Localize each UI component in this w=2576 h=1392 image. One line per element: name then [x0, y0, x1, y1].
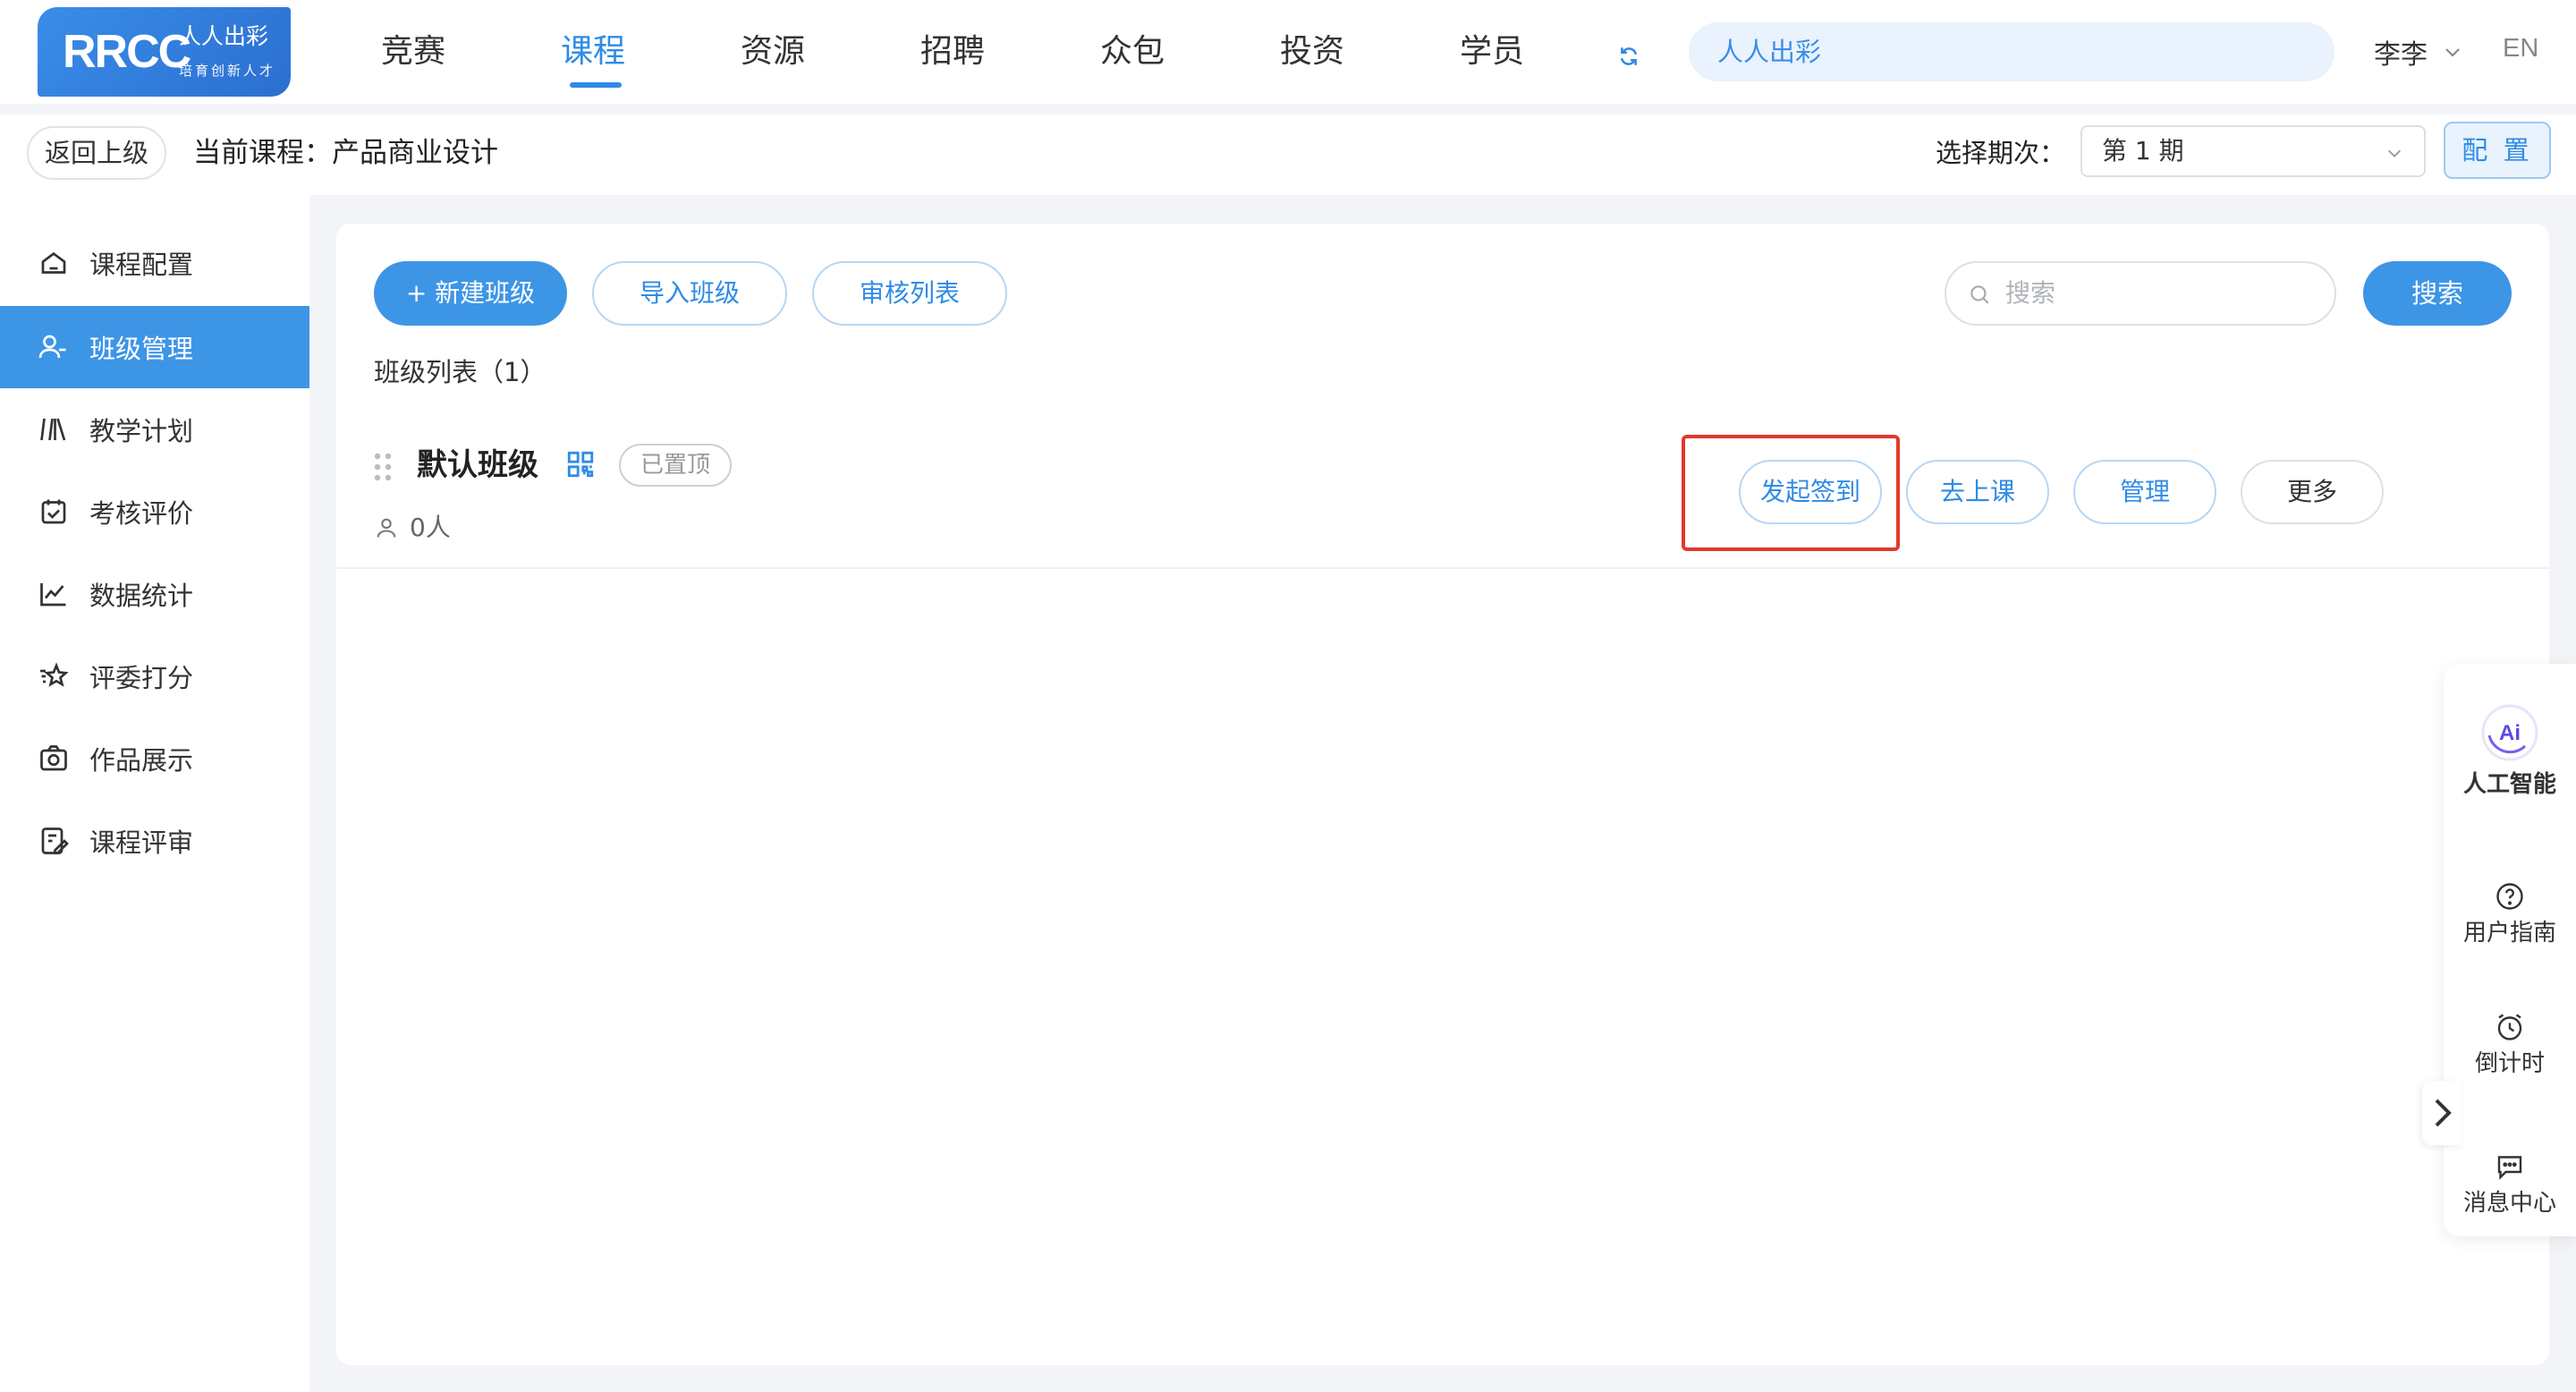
- sidebar-item-statistics[interactable]: 数据统计: [0, 553, 309, 635]
- more-button[interactable]: 更多: [2241, 460, 2384, 524]
- review-icon: [41, 828, 69, 854]
- user-guide-label: 用户指南: [2462, 920, 2556, 946]
- class-management-panel: + 新建班级 导入班级 审核列表 搜索 搜索 班级列表（1） 默认班级 已置顶 …: [336, 224, 2549, 1365]
- drag-handle-icon[interactable]: [372, 451, 394, 483]
- brand-slogan: 培育创新人才: [179, 63, 276, 79]
- search-button[interactable]: 搜索: [2363, 261, 2512, 326]
- user-icon: [377, 518, 396, 538]
- sidebar-item-teaching-plan[interactable]: 教学计划: [0, 388, 309, 471]
- user-group-icon: [38, 335, 66, 359]
- star-icon: [40, 662, 69, 687]
- class-name[interactable]: 默认班级: [417, 446, 538, 485]
- new-class-button[interactable]: + 新建班级: [374, 261, 567, 326]
- sidebar-item-judge-scoring[interactable]: 评委打分: [0, 635, 309, 717]
- camera-icon: [40, 745, 67, 771]
- period-label: 选择期次：: [1936, 138, 2066, 168]
- sidebar-item-works-display[interactable]: 作品展示: [0, 717, 309, 800]
- chat-bubble-icon: [2497, 1156, 2522, 1180]
- countdown-button[interactable]: 倒计时: [2444, 1011, 2576, 1079]
- period-value: 第 1 期: [2102, 136, 2184, 166]
- nav-item-students[interactable]: 学员: [1436, 0, 1616, 104]
- class-list-title: 班级列表（1）: [374, 357, 547, 387]
- line-chart-icon: [40, 583, 66, 607]
- home-icon: [41, 251, 66, 274]
- sidebar-item-course-review[interactable]: 课程评审: [0, 800, 309, 882]
- ai-icon: Ai: [2481, 704, 2538, 761]
- user-guide-button[interactable]: 用户指南: [2444, 880, 2576, 948]
- back-button[interactable]: 返回上级: [27, 126, 166, 180]
- import-class-button[interactable]: 导入班级: [592, 261, 787, 326]
- top-navbar: RRCC 人人出彩 培育创新人才 竞赛 课程 资源 招聘 众包 投资 学员 人人…: [0, 0, 2576, 104]
- countdown-label: 倒计时: [2474, 1050, 2545, 1077]
- search-placeholder: 搜索: [2005, 278, 2056, 308]
- alarm-clock-icon: [2497, 1014, 2522, 1040]
- review-list-button[interactable]: 审核列表: [812, 261, 1007, 326]
- sidebar: 课程配置 班级管理 教学计划 考核评价 数据统计 评委打分 作品展示 课程评审: [0, 195, 309, 1392]
- sidebar-item-class-management[interactable]: 班级管理: [0, 306, 309, 388]
- go-to-class-button[interactable]: 去上课: [1906, 460, 2049, 524]
- user-name: 李李: [2374, 39, 2428, 71]
- sidebar-item-assessment[interactable]: 考核评价: [0, 471, 309, 553]
- nav-item-invest[interactable]: 投资: [1257, 0, 1436, 104]
- brand-mark: RRCC: [63, 26, 191, 78]
- manage-button[interactable]: 管理: [2073, 460, 2216, 524]
- nav-item-course[interactable]: 课程: [538, 0, 717, 104]
- calendar-check-icon: [41, 499, 66, 524]
- search-icon: [1970, 285, 1989, 304]
- sidebar-item-label: 课程评审: [89, 828, 194, 858]
- help-icon: [2496, 883, 2523, 910]
- sidebar-item-label: 数据统计: [89, 581, 194, 611]
- course-subheader: 返回上级 当前课程：产品商业设计 选择期次： 第 1 期 配 置: [0, 115, 2576, 195]
- nav-item-crowdsource[interactable]: 众包: [1077, 0, 1257, 104]
- message-center-button[interactable]: 消息中心: [2444, 1150, 2576, 1218]
- sidebar-item-label: 班级管理: [89, 334, 194, 364]
- start-checkin-button[interactable]: 发起签到: [1739, 460, 1882, 524]
- brand-name: 人人出彩: [179, 23, 269, 49]
- sidebar-item-label: 评委打分: [89, 663, 194, 693]
- brand-logo[interactable]: RRCC 人人出彩 培育创新人才: [38, 7, 291, 97]
- language-switch[interactable]: EN: [2503, 34, 2538, 64]
- message-center-label: 消息中心: [2462, 1190, 2556, 1217]
- ai-assistant-button[interactable]: Ai 人工智能: [2444, 701, 2576, 800]
- member-count-value: 0人: [410, 513, 451, 542]
- chevron-down-icon: [2445, 48, 2460, 57]
- chevron-right-icon: [2435, 1099, 2452, 1127]
- sidebar-item-course-config[interactable]: 课程配置: [0, 222, 309, 304]
- qr-code-icon[interactable]: [565, 449, 596, 480]
- nav-item-resources[interactable]: 资源: [717, 0, 897, 104]
- ai-label: 人工智能: [2462, 771, 2556, 798]
- sidebar-item-label: 课程配置: [89, 250, 194, 280]
- sidebar-item-label: 教学计划: [89, 416, 194, 446]
- chevron-down-icon: [2387, 149, 2402, 157]
- ai-badge-text: Ai: [2499, 721, 2521, 745]
- class-search-input[interactable]: 搜索: [1945, 261, 2336, 326]
- sidebar-item-label: 作品展示: [89, 745, 194, 776]
- user-menu[interactable]: 李李: [2374, 32, 2463, 72]
- sidebar-item-label: 考核评价: [89, 498, 194, 529]
- floating-tools-panel: Ai 人工智能 用户指南 倒计时 消息中心: [2444, 664, 2576, 1236]
- member-count: 0人: [374, 510, 451, 546]
- main-nav: 竞赛 课程 资源 招聘 众包 投资 学员: [358, 0, 1616, 104]
- config-button[interactable]: 配 置: [2444, 122, 2551, 179]
- nav-item-recruit[interactable]: 招聘: [897, 0, 1077, 104]
- plan-icon: [40, 418, 66, 441]
- refresh-icon[interactable]: [1617, 45, 1640, 68]
- pinned-badge: 已置顶: [619, 444, 733, 487]
- nav-item-competition[interactable]: 竞赛: [358, 0, 538, 104]
- current-course-label: 当前课程：产品商业设计: [193, 137, 498, 169]
- collapse-panel-button[interactable]: [2422, 1081, 2462, 1145]
- table-row: 默认班级 已置顶 0人 发起签到 去上课 管理 更多: [336, 420, 2549, 569]
- top-search-input[interactable]: 人人出彩: [1689, 22, 2334, 81]
- period-select[interactable]: 第 1 期: [2080, 125, 2426, 177]
